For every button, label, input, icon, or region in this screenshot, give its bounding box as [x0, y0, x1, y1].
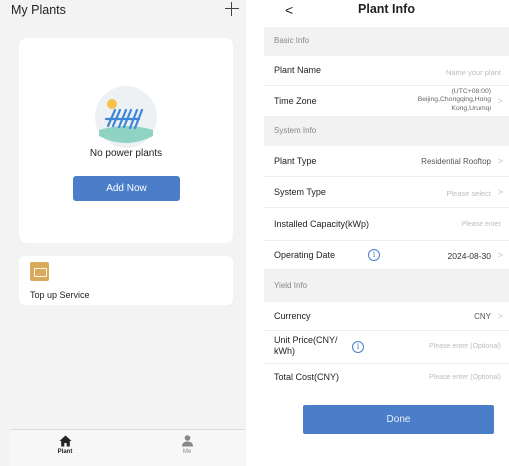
system-type-row[interactable]: System Type Please select >	[264, 177, 509, 208]
total-cost-label: Total Cost(CNY)	[274, 372, 340, 382]
add-now-button[interactable]: Add Now	[73, 176, 180, 201]
chevron-right-icon: >	[497, 96, 503, 106]
back-button[interactable]: <	[285, 2, 293, 18]
operating-date-value: 2024-08-30	[447, 251, 491, 261]
plant-name-input[interactable]: Name your plant	[446, 68, 501, 77]
plant-info-header: Plant Info <	[264, 0, 509, 22]
time-zone-row[interactable]: Time Zone (UTC+08:00) Beijing,Chongqing,…	[264, 86, 509, 117]
plant-name-row[interactable]: Plant Name Name your plant	[264, 56, 509, 86]
chevron-right-icon: >	[497, 156, 503, 166]
empty-plants-card: No power plants Add Now	[19, 38, 233, 243]
top-up-service-icon	[30, 262, 49, 281]
chevron-right-icon: >	[497, 250, 503, 260]
plant-type-row[interactable]: Plant Type Residential Rooftop >	[264, 146, 509, 177]
section-label: System Info	[274, 126, 317, 135]
chevron-right-icon: >	[497, 187, 503, 197]
unit-price-row[interactable]: Unit Price(CNY/ kWh) i Please enter (Opt…	[264, 331, 509, 364]
operating-date-label: Operating Date	[274, 250, 336, 260]
unit-price-label: Unit Price(CNY/ kWh)	[274, 335, 338, 356]
installed-capacity-row[interactable]: Installed Capacity(kWp) Please enter	[264, 208, 509, 241]
done-button[interactable]: Done	[303, 405, 494, 434]
tab-me[interactable]: Me	[157, 433, 217, 465]
solar-panel-illustration-icon	[95, 86, 157, 148]
tab-plant[interactable]: Plant	[35, 433, 95, 465]
my-plants-header: My Plants	[0, 0, 246, 26]
total-cost-row[interactable]: Total Cost(CNY) Please enter (Optional)	[264, 364, 509, 392]
chevron-right-icon: >	[497, 311, 503, 321]
currency-row[interactable]: Currency CNY >	[264, 302, 509, 331]
info-icon[interactable]: i	[368, 249, 380, 261]
page-title: My Plants	[11, 3, 66, 17]
top-up-service-label: Top up Service	[30, 290, 90, 300]
time-zone-label: Time Zone	[274, 96, 317, 106]
tab-plant-label: Plant	[57, 449, 73, 455]
my-plants-screen: My Plants No power plants Add Now Top up…	[0, 0, 246, 466]
info-icon[interactable]: i	[352, 341, 364, 353]
page-title: Plant Info	[358, 2, 415, 16]
plant-name-label: Plant Name	[274, 65, 322, 75]
section-yield-info: Yield Info	[264, 270, 509, 302]
system-type-label: System Type	[274, 187, 326, 197]
total-cost-input[interactable]: Please enter (Optional)	[429, 374, 501, 381]
time-zone-value: (UTC+08:00) Beijing,Chongqing,Hong Kong,…	[417, 88, 491, 112]
plant-type-value: Residential Rooftop	[421, 157, 491, 166]
currency-value: CNY	[474, 312, 491, 321]
currency-label: Currency	[274, 311, 311, 321]
system-type-select[interactable]: Please select	[446, 189, 491, 198]
house-icon	[59, 435, 71, 447]
person-icon	[181, 435, 193, 447]
plant-type-label: Plant Type	[274, 156, 317, 166]
unit-price-input[interactable]: Please enter (Optional)	[429, 343, 501, 350]
bottom-tab-bar: Plant Me	[10, 429, 245, 466]
operating-date-row[interactable]: Operating Date i 2024-08-30 >	[264, 241, 509, 270]
tab-me-label: Me	[182, 449, 192, 455]
section-label: Yield Info	[274, 281, 308, 290]
plant-info-screen: Plant Info < Basic Info Plant Name Name …	[264, 0, 509, 466]
installed-capacity-label: Installed Capacity(kWp)	[274, 219, 370, 229]
no-plants-message: No power plants	[89, 148, 163, 159]
section-system-info: System Info	[264, 117, 509, 146]
add-plant-plus-icon[interactable]	[224, 1, 240, 17]
installed-capacity-input[interactable]: Please enter	[462, 221, 501, 228]
section-label: Basic Info	[274, 36, 310, 45]
section-basic-info: Basic Info	[264, 27, 509, 56]
